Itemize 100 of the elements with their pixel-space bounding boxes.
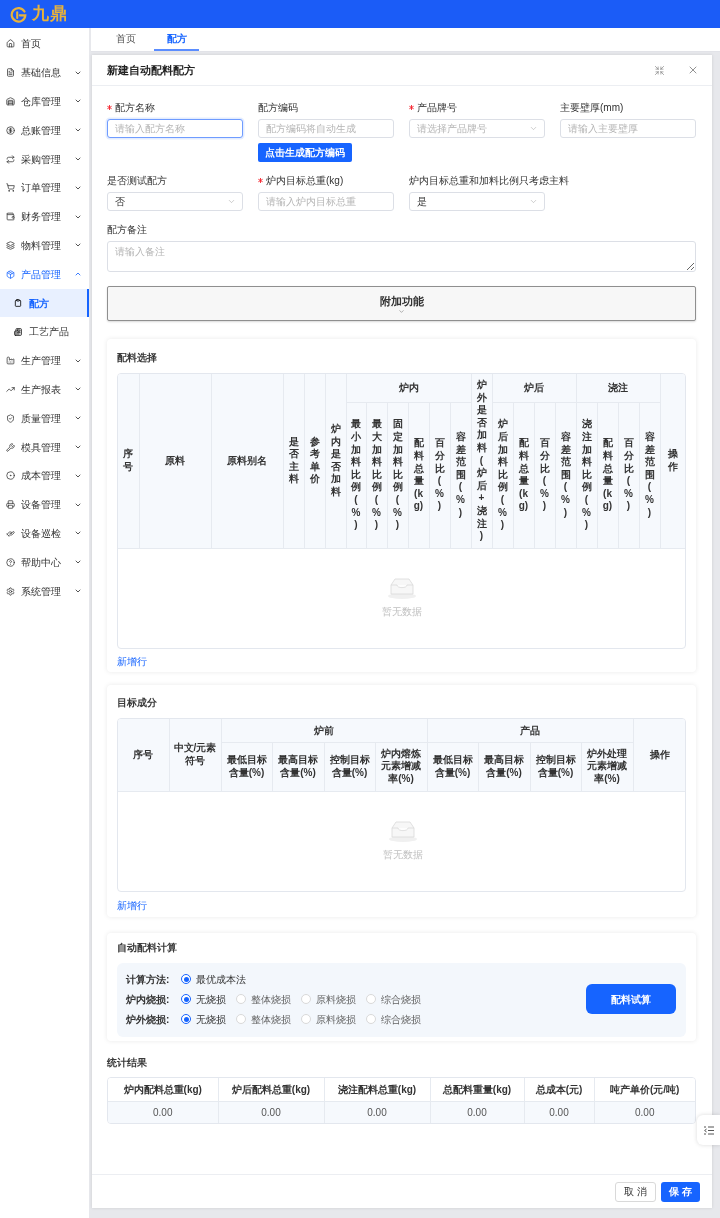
column-group-header: 炉后 [492,374,576,402]
sidebar-item[interactable]: 帮助中心 [0,547,89,577]
column-header: 最低目标含量(%) [427,742,478,791]
section-title: 配料选择 [117,351,157,364]
layers-icon [6,240,15,250]
add-row-link[interactable]: 新增行 [117,653,147,669]
warehouse-icon [6,97,15,106]
clipboard-icon [14,299,22,308]
column-header: 原料 [139,374,211,549]
dollar-circle-icon [6,125,15,135]
logo-icon [10,5,27,23]
column-header: 是否主料 [283,374,304,549]
field-label: 主要壁厚(mm) [560,101,624,114]
text-input[interactable]: 请输入配方名称 [107,119,243,138]
column-group-header: 产品 [427,719,633,743]
column-group-header: 炉内 [346,374,471,402]
textarea-field[interactable]: 请输入备注 [107,241,696,272]
column-header: 序号 [118,374,139,549]
field-label: 炉内目标总重和加料比例只考虑主料 [409,174,569,187]
column-header: 操作 [660,374,685,549]
sidebar-item[interactable]: 设备巡检 [0,519,89,548]
sidebar-item[interactable]: 设备管理 [0,490,89,520]
sidebar-item[interactable]: 系统管理 [0,576,89,606]
column-header: 原料别名 [211,374,283,549]
trend-icon [6,384,15,394]
radio-option[interactable]: 原料烧损 [301,1011,356,1027]
radio-option[interactable]: 整体烧损 [236,1011,291,1027]
sidebar-item[interactable]: 产品管理 [0,259,89,289]
sidebar-item[interactable]: 质量管理 [0,403,89,433]
section-title: 目标成分 [117,696,157,710]
column-header: 总成本(元) [524,1078,594,1101]
circle-dot-icon [6,471,15,481]
column-header: 浇注配料总重(kg) [324,1078,430,1101]
sidebar-item[interactable]: 物料管理 [0,231,89,260]
column-group-header: 浇注 [576,374,660,402]
column-group-header: 炉前 [221,719,427,743]
printer-icon [6,500,15,510]
column-header: 最高目标含量(%) [478,742,530,791]
field-label: 炉外烧损: [126,1012,171,1027]
column-header: 控制目标含量(%) [324,742,375,791]
radio-option[interactable]: 无烧损 [181,991,226,1007]
close-icon[interactable] [687,64,699,76]
sidebar-item[interactable]: 模具管理 [0,432,89,462]
field-label: 是否测试配方 [107,174,167,187]
select-field[interactable]: 否 [107,192,243,211]
radio-option[interactable]: 无烧损 [181,1011,226,1027]
column-header: 总配料重量(kg) [430,1078,524,1101]
tab[interactable]: 配方 [154,28,199,51]
sidebar-item[interactable]: 总账管理 [0,115,89,145]
newspaper-icon [14,327,22,336]
column-header: 参考单价 [304,374,325,549]
sidebar-item[interactable]: 工艺产品 [0,317,89,347]
section-title: 统计结果 [107,1056,147,1069]
column-header: 最高目标含量(%) [272,742,324,791]
column-header: 炉内是否加料 [325,374,346,549]
field-label: 配方名称 [115,101,155,114]
column-header: 炉外是否加料(炉后+浇注) [471,374,492,549]
sidebar-item[interactable]: 仓库管理 [0,87,89,116]
factory-icon [6,356,15,366]
cart-icon [6,183,15,193]
radio-option[interactable]: 整体烧损 [236,991,291,1007]
calculate-button[interactable]: 配料试算 [586,984,676,1014]
sidebar-item[interactable]: 首页 [0,29,89,59]
sidebar-item[interactable]: 生产报表 [0,375,89,404]
sidebar-item[interactable]: 财务管理 [0,202,89,232]
radio-option[interactable]: 综合烧损 [366,991,421,1007]
column-header: 炉外处理元素增减率(%) [581,742,633,791]
field-label: 炉内烧损: [126,992,171,1007]
document-icon [6,68,15,78]
shield-icon [6,413,15,423]
cancel-button[interactable]: 取 消 [615,1181,657,1202]
chevron-down-icon [227,197,236,206]
column-header: 炉后配料总重(kg) [218,1078,324,1101]
save-button[interactable]: 保 存 [661,1181,700,1202]
column-header: 炉内熔炼元素增减率(%) [375,742,427,791]
radio-option[interactable]: 最优成本法 [181,971,246,987]
chevron-down-icon [529,197,538,206]
generate-code-button[interactable]: 点击生成配方编码 [258,143,352,162]
sidebar-item[interactable]: 采购管理 [0,144,89,174]
sidebar-item[interactable]: 成本管理 [0,461,89,491]
add-row-link[interactable]: 新增行 [117,897,147,913]
field-label: 炉内目标总重(kg) [266,174,344,187]
field-label: 产品牌号 [417,101,457,114]
sidebar-item[interactable]: 基础信息 [0,58,89,88]
field-label: 计算方法: [126,972,171,987]
column-header: 最低目标含量(%) [221,742,272,791]
sidebar-item[interactable]: 订单管理 [0,173,89,203]
sidebar-item[interactable]: 生产管理 [0,346,89,376]
radio-option[interactable]: 原料烧损 [301,991,356,1007]
radio-option[interactable]: 综合烧损 [366,1011,421,1027]
select-field[interactable]: 是 [409,192,545,211]
column-header: 吨产单价(元/吨) [594,1078,695,1101]
section-title: 自动配料计算 [117,941,177,954]
collapse-panel[interactable]: 附加功能 [107,286,696,321]
side-toggle-button[interactable] [697,1115,720,1145]
sidebar-item[interactable]: 配方 [0,288,89,318]
tab[interactable]: 首页 [103,28,148,51]
home-icon [6,39,15,49]
shrink-icon[interactable] [654,64,665,76]
list-collapse-icon [703,1125,714,1135]
